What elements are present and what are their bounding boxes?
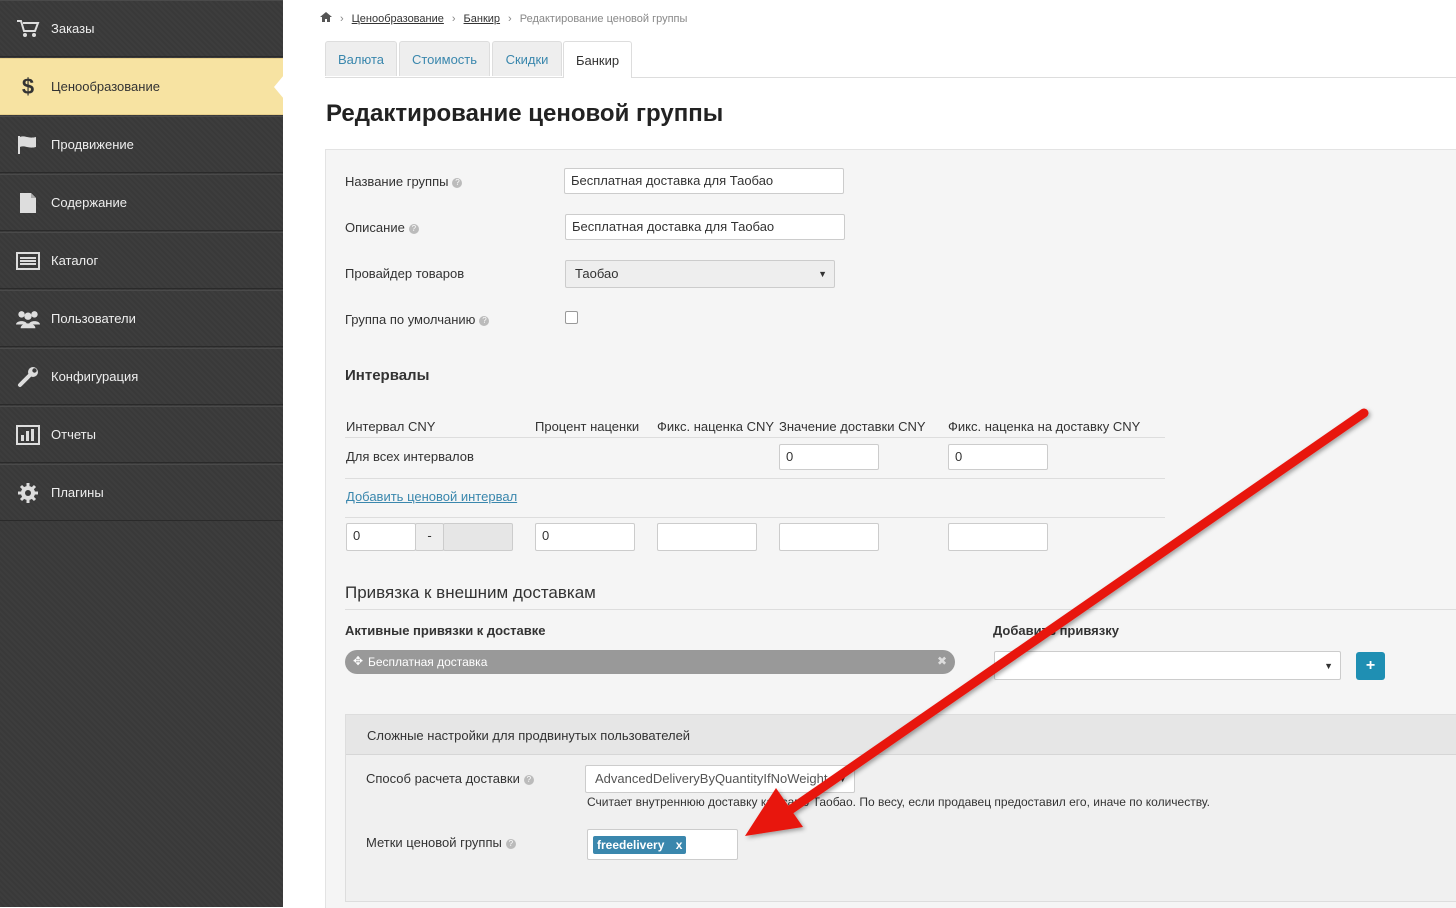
flag-icon xyxy=(16,134,40,156)
list-icon xyxy=(16,250,40,272)
interval-fixed-delivery-input[interactable] xyxy=(948,523,1048,551)
sidebar-item-users[interactable]: Пользователи xyxy=(0,290,283,347)
home-icon[interactable] xyxy=(320,12,332,25)
default-group-label: Группа по умолчанию? xyxy=(345,312,490,327)
wrench-icon xyxy=(16,366,40,388)
sidebar-item-plugins[interactable]: Плагины xyxy=(0,464,283,521)
dollar-icon: $ xyxy=(21,73,35,99)
interval-percent-input[interactable]: 0 xyxy=(535,523,635,551)
sidebar-item-content[interactable]: Содержание xyxy=(0,174,283,231)
interval-fixed-input[interactable] xyxy=(657,523,757,551)
header-fixed: Фикс. наценка CNY xyxy=(657,419,775,434)
close-icon[interactable]: ✖ xyxy=(937,654,947,668)
help-icon[interactable]: ? xyxy=(505,838,516,849)
divider xyxy=(345,517,1165,518)
advanced-settings-header[interactable]: Сложные настройки для продвинутых пользо… xyxy=(346,715,1456,755)
divider xyxy=(345,609,1456,610)
all-fixed-delivery-input[interactable]: 0 xyxy=(948,444,1048,470)
header-fixed-delivery: Фикс. наценка на доставку CNY xyxy=(948,419,1141,434)
external-title: Привязка к внешним доставкам xyxy=(345,583,596,602)
remove-tag-icon[interactable]: x xyxy=(676,838,683,852)
cart-icon xyxy=(16,18,40,40)
header-interval: Интервал CNY xyxy=(346,419,436,434)
sidebar-item-label: Отчеты xyxy=(51,427,96,442)
sidebar-item-orders[interactable]: Заказы xyxy=(0,0,283,57)
active-bindings-label: Активные привязки к доставке xyxy=(345,623,546,638)
description-input[interactable]: Бесплатная доставка для Таобао xyxy=(565,214,845,240)
delivery-method-hint: Считает внутреннюю доставку как само Тао… xyxy=(587,795,1210,809)
breadcrumb: › Ценообразование › Банкир › Редактирова… xyxy=(320,12,687,25)
page-title: Редактирование ценовой группы xyxy=(326,100,724,127)
group-name-input[interactable]: Бесплатная доставка для Таобао xyxy=(564,168,844,194)
document-icon xyxy=(16,192,40,214)
sidebar-item-reports[interactable]: Отчеты xyxy=(0,406,283,463)
sidebar-item-label: Продвижение xyxy=(51,137,134,152)
tag-chip: freedelivery x xyxy=(593,836,687,854)
interval-dash: - xyxy=(415,523,444,551)
divider xyxy=(345,437,1165,438)
provider-select[interactable]: Таобао ▼ xyxy=(565,260,835,288)
chevron-down-icon: ▼ xyxy=(818,269,827,279)
chevron-down-icon: ▼ xyxy=(1324,661,1333,671)
tab-cost[interactable]: Стоимость xyxy=(399,41,490,76)
gear-icon xyxy=(16,482,40,504)
tab-currency[interactable]: Валюта xyxy=(325,41,397,76)
help-icon[interactable]: ? xyxy=(523,774,534,785)
tab-banker[interactable]: Банкир xyxy=(563,41,632,78)
sidebar: Заказы $ Ценообразование Продвижение Сод… xyxy=(0,0,283,907)
sidebar-item-configuration[interactable]: Конфигурация xyxy=(0,348,283,405)
breadcrumb-link-pricing[interactable]: Ценообразование xyxy=(352,13,444,25)
help-icon[interactable]: ? xyxy=(452,177,463,188)
active-binding-item[interactable]: ✥ Бесплатная доставка ✖ xyxy=(345,650,955,674)
chevron-down-icon: ▼ xyxy=(838,774,847,784)
sidebar-item-label: Содержание xyxy=(51,195,127,210)
help-icon[interactable]: ? xyxy=(408,223,419,234)
header-delivery: Значение доставки CNY xyxy=(779,419,926,434)
sidebar-item-label: Каталог xyxy=(51,253,99,268)
all-intervals-label: Для всех интервалов xyxy=(346,449,474,464)
add-interval-link[interactable]: Добавить ценовой интервал xyxy=(346,489,517,504)
default-group-checkbox[interactable] xyxy=(565,311,578,324)
users-icon xyxy=(16,308,40,330)
provider-label: Провайдер товаров xyxy=(345,266,465,281)
sidebar-item-label: Пользователи xyxy=(51,311,136,326)
description-label: Описание? xyxy=(345,220,419,235)
group-name-label: Название группы? xyxy=(345,174,463,189)
header-percent: Процент наценки xyxy=(535,419,640,434)
intervals-title: Интервалы xyxy=(345,367,430,384)
all-delivery-input[interactable]: 0 xyxy=(779,444,879,470)
add-binding-select[interactable]: ▼ xyxy=(994,651,1341,680)
delivery-method-select[interactable]: AdvancedDeliveryByQuantityIfNoWeight ▼ xyxy=(585,765,855,793)
breadcrumb-link-banker[interactable]: Банкир xyxy=(464,13,501,25)
tabs-bar: Валюта Стоимость Скидки Банкир xyxy=(325,41,1456,78)
sidebar-item-promotion[interactable]: Продвижение xyxy=(0,116,283,173)
sidebar-item-label: Конфигурация xyxy=(51,369,139,384)
delivery-method-label: Способ расчета доставки? xyxy=(366,771,534,786)
interval-to-input[interactable] xyxy=(443,523,513,551)
sidebar-item-pricing[interactable]: $ Ценообразование xyxy=(0,58,283,115)
add-binding-button[interactable]: + xyxy=(1356,652,1385,680)
chart-icon xyxy=(16,424,40,446)
help-icon[interactable]: ? xyxy=(479,315,490,326)
move-icon[interactable]: ✥ xyxy=(353,654,363,668)
sidebar-item-label: Плагины xyxy=(51,485,104,500)
interval-delivery-input[interactable] xyxy=(779,523,879,551)
interval-from-input[interactable]: 0 xyxy=(346,523,416,551)
sidebar-item-catalog[interactable]: Каталог xyxy=(0,232,283,289)
sidebar-item-label: Ценообразование xyxy=(51,79,160,94)
tags-label: Метки ценовой группы? xyxy=(366,835,516,850)
add-binding-label: Добавить привязку xyxy=(993,623,1119,638)
tab-discounts[interactable]: Скидки xyxy=(492,41,562,76)
sidebar-item-label: Заказы xyxy=(51,21,95,36)
divider xyxy=(345,478,1165,479)
breadcrumb-current: Редактирование ценовой группы xyxy=(519,12,688,25)
